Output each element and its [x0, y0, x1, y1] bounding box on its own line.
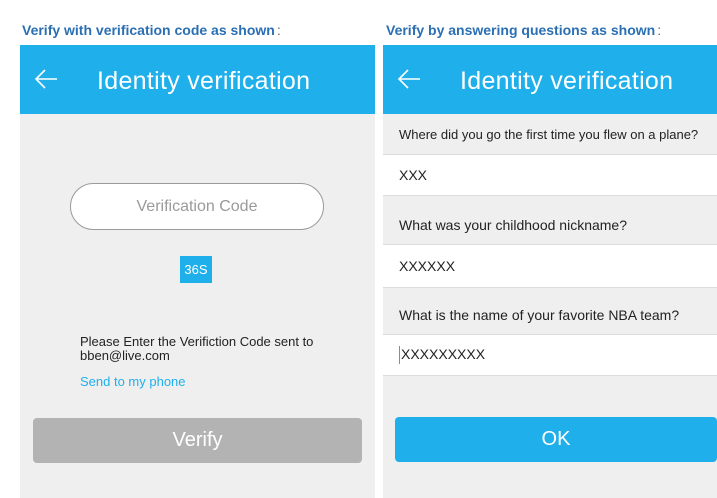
header-bar: Identity verification — [383, 45, 717, 114]
left-caption-text: Verify with verification code as shown — [22, 22, 275, 38]
answer-1-value: XXX — [399, 167, 428, 183]
page-title: Identity verification — [97, 67, 311, 95]
page-title: Identity verification — [460, 67, 674, 95]
send-to-phone-link[interactable]: Send to my phone — [80, 374, 186, 389]
answer-2-value: XXXXXX — [399, 258, 456, 274]
ok-button[interactable]: OK — [395, 417, 717, 462]
question-2-label: What was your childhood nickname? — [383, 204, 717, 244]
left-caption: Verify with verification code as shown: — [22, 22, 281, 38]
security-questions-screen: Identity verification Where did you go t… — [383, 45, 717, 498]
answer-2-field[interactable]: XXXXXX — [383, 244, 717, 288]
instruction-email: bben@live.com — [80, 348, 170, 363]
question-1-label: Where did you go the first time you flew… — [383, 114, 717, 154]
answer-1-field[interactable]: XXX — [383, 154, 717, 196]
right-caption-text: Verify by answering questions as shown — [386, 22, 656, 38]
verification-code-input[interactable]: Verification Code — [70, 183, 324, 230]
question-1-text: Where did you go the first time you flew… — [399, 127, 699, 142]
question-3-label: What is the name of your favorite NBA te… — [383, 295, 717, 335]
countdown-timer-badge[interactable]: 36S — [180, 256, 212, 283]
right-caption: Verify by answering questions as shown: — [386, 22, 661, 38]
header-bar: Identity verification — [20, 45, 375, 114]
question-3-text: What is the name of your favorite NBA te… — [399, 307, 680, 323]
answer-3-field[interactable]: XXXXXXXXX — [383, 334, 717, 376]
answer-3-content: XXXXXXXXX — [399, 346, 486, 365]
left-caption-colon: : — [276, 22, 281, 38]
instruction-text: Please Enter the Verifiction Code sent t… — [80, 335, 340, 363]
verification-code-screen: Identity verification Verification Code … — [20, 45, 375, 498]
question-2-text: What was your childhood nickname? — [399, 217, 628, 233]
answer-3-value: XXXXXXXXX — [401, 346, 486, 362]
text-cursor — [399, 346, 400, 365]
back-arrow-icon[interactable] — [34, 68, 58, 90]
instruction-line-1: Please Enter the Verifiction Code sent t… — [80, 334, 314, 349]
right-caption-colon: : — [657, 22, 662, 38]
verify-button[interactable]: Verify — [33, 418, 362, 463]
back-arrow-icon[interactable] — [397, 68, 421, 90]
